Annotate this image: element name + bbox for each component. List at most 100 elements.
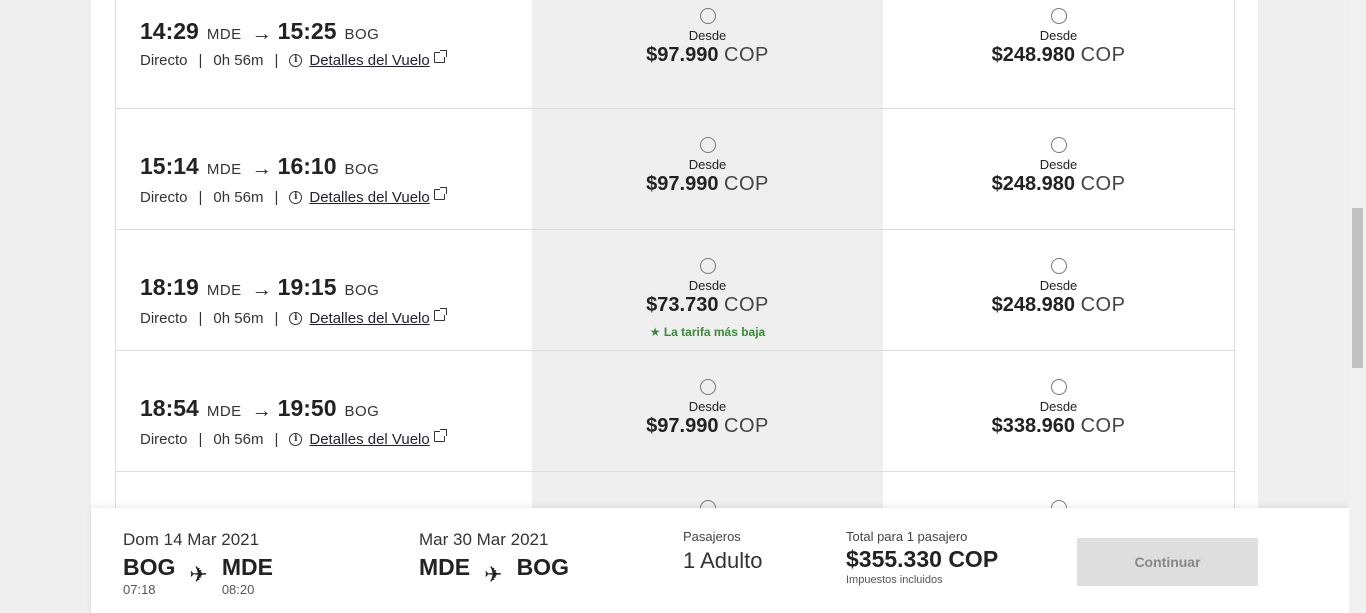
- fare-from-label: Desde: [1039, 399, 1078, 414]
- total-value: $355.330 COP: [846, 546, 999, 572]
- arrival-time: 16:10: [277, 153, 337, 179]
- fare-radio[interactable]: [699, 379, 716, 395]
- total-price: Total para 1 pasajero $355.330 COP Impue…: [846, 529, 998, 586]
- lowest-fare-badge: ★ La tarifa más baja: [649, 325, 766, 339]
- fare-amount: $97.990: [646, 173, 719, 195]
- departure-airport: MDE: [206, 26, 242, 43]
- continue-button[interactable]: Continuar: [1077, 538, 1258, 586]
- destination-code: MDE: [221, 554, 273, 580]
- arrival-airport: BOG: [344, 403, 380, 420]
- fare-radio[interactable]: [699, 8, 716, 24]
- outbound-destination: MDE 08:20: [222, 554, 273, 597]
- fare-option-plus[interactable]: Desde $338.960 COP: [883, 351, 1234, 471]
- flight-info: 15:14 MDE → 16:10 BOG Directo | 0h 56m |…: [116, 109, 532, 229]
- fare-price: $248.980 COP: [883, 294, 1234, 317]
- fare-currency: COP: [1080, 415, 1126, 437]
- fare-option-basic[interactable]: Desde $97.990 COP: [532, 351, 883, 471]
- flight-details-link[interactable]: Detalles del Vuelo: [309, 52, 429, 69]
- fare-price: $338.960 COP: [883, 415, 1234, 438]
- flight-meta: Directo | 0h 56m | i Detalles del Vuelo: [140, 187, 447, 206]
- plane-icon: ✈: [484, 562, 503, 587]
- flight-duration: 0h 56m: [213, 310, 264, 327]
- flight-row: 18:54 MDE → 19:50 BOG Directo | 0h 56m |…: [116, 351, 1234, 472]
- fare-amount: $97.990: [646, 415, 719, 437]
- flight-meta: Directo | 0h 56m | i Detalles del Vuelo: [140, 429, 447, 448]
- plane-icon: ✈: [189, 562, 208, 587]
- separator: |: [198, 52, 203, 69]
- passengers-label: Pasajeros: [683, 529, 741, 544]
- flight-details-link[interactable]: Detalles del Vuelo: [309, 431, 429, 448]
- fare-radio[interactable]: [1050, 258, 1067, 274]
- flight-times: 15:14 MDE → 16:10 BOG: [140, 153, 387, 180]
- separator: |: [274, 52, 279, 69]
- fare-currency: COP: [1080, 173, 1126, 195]
- separator: |: [198, 189, 203, 206]
- flight-type: Directo: [140, 431, 188, 448]
- flight-info: 14:29 MDE → 15:25 BOG Directo | 0h 56m |…: [116, 0, 532, 108]
- fare-currency: COP: [1080, 294, 1126, 316]
- info-icon: i: [289, 191, 303, 204]
- departure-airport: MDE: [206, 161, 242, 178]
- external-link-icon: [433, 50, 447, 63]
- departure-time: 14:29: [140, 18, 199, 44]
- fare-from-label: Desde: [688, 28, 727, 43]
- flight-type: Directo: [140, 52, 188, 69]
- total-label: Total para 1 pasajero: [846, 529, 968, 544]
- departure-time: 15:14: [140, 153, 199, 179]
- departure-time: 18:19: [140, 274, 199, 300]
- fare-radio[interactable]: [1050, 137, 1067, 153]
- arrival-airport: BOG: [344, 161, 380, 178]
- return-leg: Mar 30 Mar 2021 MDE ✈ BOG: [419, 530, 569, 588]
- destination-time: 08:20: [221, 582, 255, 597]
- fare-price: $97.990 COP: [532, 44, 883, 67]
- outbound-leg: Dom 14 Mar 2021 BOG 07:18 ✈ MDE 08:20: [123, 530, 273, 597]
- info-icon: i: [289, 312, 303, 325]
- return-route: MDE ✈ BOG: [419, 554, 569, 588]
- passengers-value: 1 Adulto: [683, 548, 763, 573]
- outbound-route: BOG 07:18 ✈ MDE 08:20: [123, 554, 273, 597]
- fare-option-basic[interactable]: Desde $97.990 COP: [532, 0, 883, 108]
- external-link-icon: [433, 308, 447, 321]
- flight-details-link[interactable]: Detalles del Vuelo: [309, 310, 429, 327]
- fare-from-label: Desde: [688, 157, 727, 172]
- arrival-airport: BOG: [344, 26, 380, 43]
- separator: |: [198, 310, 203, 327]
- flight-duration: 0h 56m: [213, 431, 264, 448]
- fare-radio[interactable]: [699, 137, 716, 153]
- fare-radio[interactable]: [1050, 379, 1067, 395]
- flight-times: 14:29 MDE → 15:25 BOG: [140, 18, 387, 45]
- flight-duration: 0h 56m: [213, 189, 264, 206]
- destination-code: BOG: [516, 554, 569, 580]
- fare-currency: COP: [724, 415, 769, 437]
- departure-time: 18:54: [140, 395, 199, 421]
- fare-radio[interactable]: [699, 258, 716, 274]
- arrow-right-icon: →: [251, 400, 272, 422]
- fare-option-basic[interactable]: Desde $73.730 COP ★ La tarifa más baja: [532, 230, 883, 350]
- flight-details-link[interactable]: Detalles del Vuelo: [309, 189, 429, 206]
- fare-option-plus[interactable]: Desde $248.980 COP: [883, 230, 1234, 350]
- fare-amount: $248.980: [991, 294, 1075, 316]
- page-scrollbar[interactable]: [1349, 0, 1366, 613]
- fare-currency: COP: [724, 173, 769, 195]
- fare-option-basic[interactable]: Desde $97.990 COP: [532, 109, 883, 229]
- fare-currency: COP: [724, 44, 769, 66]
- separator: |: [198, 431, 203, 448]
- origin-code: MDE: [419, 554, 471, 580]
- scrollbar-thumb[interactable]: [1352, 208, 1363, 368]
- flight-row: 18:19 MDE → 19:15 BOG Directo | 0h 56m |…: [116, 230, 1234, 351]
- fare-price: $248.980 COP: [883, 44, 1234, 67]
- arrow-right-icon: →: [251, 279, 272, 301]
- fare-price: $248.980 COP: [883, 173, 1234, 196]
- info-icon: i: [289, 54, 303, 67]
- outbound-origin: BOG 07:18: [123, 554, 175, 597]
- fare-price: $73.730 COP: [532, 294, 883, 317]
- fare-option-plus[interactable]: Desde $248.980 COP: [883, 109, 1234, 229]
- passengers: Pasajeros 1 Adulto: [683, 529, 763, 574]
- fare-from-label: Desde: [1039, 28, 1078, 43]
- arrival-time: 19:15: [277, 274, 337, 300]
- fare-price: $97.990 COP: [532, 173, 883, 196]
- taxes-note: Impuestos incluidos: [846, 574, 943, 586]
- fare-from-label: Desde: [1039, 157, 1078, 172]
- fare-option-plus[interactable]: Desde $248.980 COP: [883, 0, 1234, 108]
- fare-radio[interactable]: [1050, 8, 1067, 24]
